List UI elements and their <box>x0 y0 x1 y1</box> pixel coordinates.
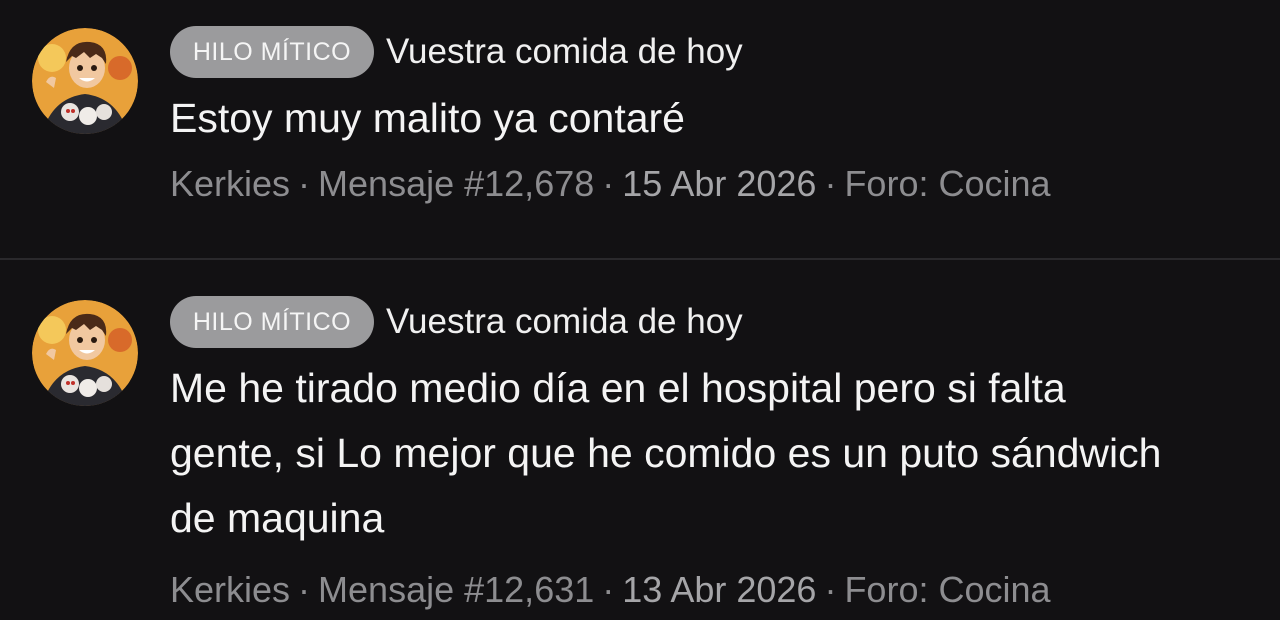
meta-separator: · <box>298 163 311 204</box>
author-name[interactable]: Kerkies <box>170 163 290 204</box>
post-meta: Kerkies · Mensaje #12,678 · 15 Abr 2026 · Foro… <box>170 163 1250 205</box>
meta-separator: · <box>824 569 837 610</box>
message-number[interactable]: Mensaje #12,678 <box>318 163 594 204</box>
forum-link[interactable]: Foro: Cocina <box>844 569 1050 610</box>
user-avatar[interactable] <box>32 300 138 406</box>
meta-separator: · <box>824 163 837 204</box>
thread-title[interactable]: Vuestra comida de hoy <box>386 296 743 348</box>
post-date: 13 Abr 2026 <box>622 569 817 610</box>
cartoon-avatar-icon <box>32 28 138 134</box>
meta-separator: · <box>298 569 311 610</box>
post-date: 15 Abr 2026 <box>622 163 817 204</box>
post-item[interactable]: HILO MÍTICO Vuestra comida de hoy Estoy … <box>0 0 1280 258</box>
thread-badge[interactable]: HILO MÍTICO <box>170 296 374 348</box>
thread-title[interactable]: Vuestra comida de hoy <box>386 26 743 78</box>
meta-separator: · <box>602 163 615 204</box>
message-number[interactable]: Mensaje #12,631 <box>318 569 594 610</box>
forum-link[interactable]: Foro: Cocina <box>844 163 1050 204</box>
user-avatar[interactable] <box>32 28 138 134</box>
post-body[interactable]: Estoy muy malito ya contaré <box>170 86 1190 151</box>
author-name[interactable]: Kerkies <box>170 569 290 610</box>
meta-separator: · <box>602 569 615 610</box>
cartoon-avatar-icon <box>32 300 138 406</box>
post-item[interactable]: HILO MÍTICO Vuestra comida de hoy Me he … <box>0 260 1280 620</box>
post-body[interactable]: Me he tirado medio día en el hospital pe… <box>170 356 1190 551</box>
thread-badge[interactable]: HILO MÍTICO <box>170 26 374 78</box>
post-meta: Kerkies · Mensaje #12,631 · 13 Abr 2026 · Foro… <box>170 569 1250 611</box>
